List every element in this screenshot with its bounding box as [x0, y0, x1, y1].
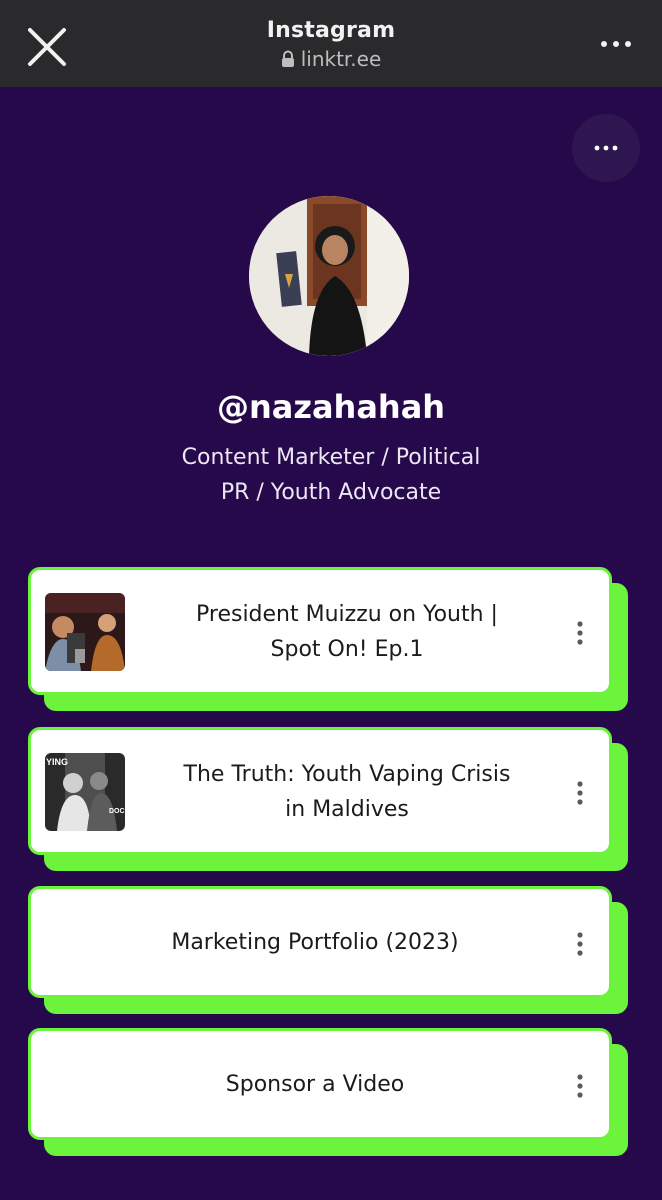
profile-bio: Content Marketer / Political PR / Youth …: [140, 440, 522, 510]
link-title: President Muizzu on Youth | Spot On! Ep.…: [135, 597, 559, 667]
thumb-text-left: YING: [46, 757, 68, 767]
thumb-text-right: DOC: [109, 808, 125, 815]
link-title-line-2: in Maldives: [285, 797, 409, 822]
url-display[interactable]: linktr.ee: [281, 47, 382, 71]
bio-line-1: Content Marketer / Political: [181, 445, 481, 470]
app-title: Instagram: [266, 18, 396, 43]
profile-options-button[interactable]: [572, 114, 640, 182]
url-text: linktr.ee: [300, 47, 382, 71]
bio-line-2: PR / Youth Advocate: [220, 480, 442, 505]
link-card-vaping[interactable]: YING DOC The Truth: Youth Vaping Crisis …: [28, 727, 612, 855]
more-vertical-icon: [577, 932, 583, 956]
link-thumbnail: YING DOC: [45, 753, 125, 831]
link-card-portfolio[interactable]: Marketing Portfolio (2023): [28, 886, 612, 998]
more-vertical-icon: [577, 621, 583, 645]
more-vertical-icon: [577, 1074, 583, 1098]
browser-more-button[interactable]: [600, 36, 632, 52]
browser-title-area: Instagram linktr.ee: [0, 18, 662, 72]
link-menu-button[interactable]: [575, 1073, 585, 1099]
more-horizontal-icon: [601, 41, 631, 47]
more-horizontal-icon: [594, 145, 618, 151]
link-title-line-2: Spot On! Ep.1: [270, 637, 424, 662]
link-menu-button[interactable]: [575, 620, 585, 646]
avatar: [249, 196, 409, 356]
link-title: Marketing Portfolio (2023): [171, 930, 459, 955]
profile-handle: @nazahahah: [216, 388, 446, 426]
link-card-sponsor[interactable]: Sponsor a Video: [28, 1028, 612, 1140]
avatar-photo: [249, 196, 409, 356]
link-card-muizzu[interactable]: President Muizzu on Youth | Spot On! Ep.…: [28, 567, 612, 695]
link-title-line-1: The Truth: Youth Vaping Crisis: [183, 762, 511, 787]
browser-topbar: Instagram linktr.ee: [0, 0, 662, 87]
link-title-line-1: President Muizzu on Youth |: [196, 602, 498, 627]
link-menu-button[interactable]: [575, 780, 585, 806]
more-vertical-icon: [577, 781, 583, 805]
link-title: The Truth: Youth Vaping Crisis in Maldiv…: [135, 757, 559, 827]
lock-icon: [281, 50, 294, 67]
link-thumbnail: [45, 593, 125, 671]
link-menu-button[interactable]: [575, 931, 585, 957]
link-title: Sponsor a Video: [225, 1072, 405, 1097]
